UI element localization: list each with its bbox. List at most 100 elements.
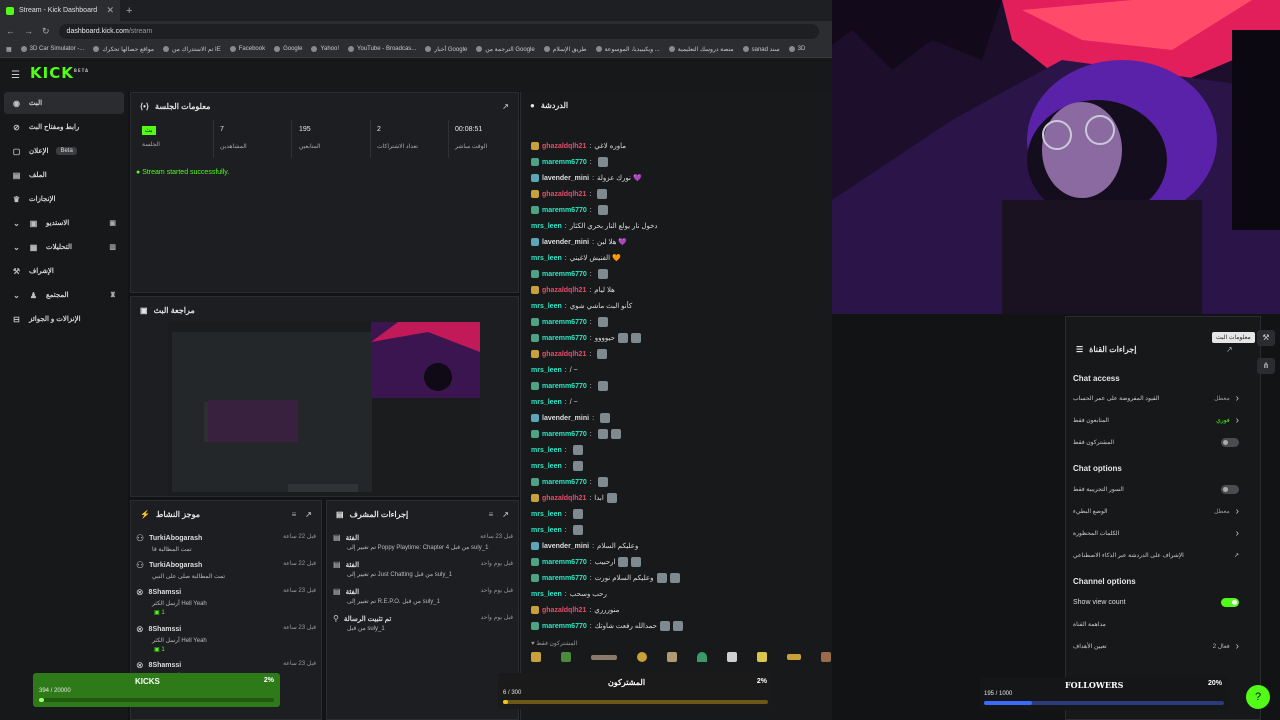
stream-preview-video[interactable] <box>168 322 480 496</box>
bookmark-item[interactable]: مواقع حصالها تحكرك <box>93 46 154 53</box>
chat-username[interactable]: ghazaldqlh21 <box>542 287 586 294</box>
chevron-right-icon[interactable]: › <box>1236 393 1239 404</box>
channel-setting-row[interactable]: الكلمات المحظورة › <box>1073 525 1239 541</box>
bookmark-item[interactable]: 3D <box>788 46 805 52</box>
chat-username[interactable]: mrs_leen <box>531 591 562 598</box>
chat-message[interactable]: ghazaldqlh21: <box>531 347 831 361</box>
url-field[interactable]: dashboard.kick.com/stream <box>58 23 819 39</box>
popout-icon[interactable]: ↗ <box>502 102 509 111</box>
chat-message[interactable]: mrs_leen: / ~ <box>531 363 831 377</box>
chat-message[interactable]: maremm6770: <box>531 379 831 393</box>
chat-message[interactable]: ghazaldqlh21: هلا ليام <box>531 283 831 297</box>
activity-item[interactable]: ⚇ TurkiAbogarash قبل 22 ساعة تمت المطالبة ق… <box>136 533 316 553</box>
chat-message[interactable]: mrs_leen: رحب وسحب <box>531 587 831 601</box>
sidebar-item[interactable]: ♛ الإنجازات <box>4 188 124 210</box>
toggle-switch[interactable] <box>1221 437 1239 447</box>
bookmark-item[interactable]: sanad سند <box>742 46 780 53</box>
emote-icon[interactable] <box>637 652 647 662</box>
chat-username[interactable]: maremm6770 <box>542 319 587 326</box>
side-action-icon[interactable]: ▥ <box>109 243 116 251</box>
mod-action-item[interactable]: ▤ الفئة قبل يوم واحد تم تغيير إلى Just Chat… <box>333 560 513 578</box>
chat-message[interactable]: mrs_leen: الفنيش لاغيني 🧡 <box>531 251 831 265</box>
chat-message[interactable]: maremm6770: حمدالله رفعت شاوتك <box>531 619 831 633</box>
emote-icon[interactable] <box>787 654 801 660</box>
emote-icon[interactable] <box>821 652 831 662</box>
chat-username[interactable]: mrs_leen <box>531 255 562 262</box>
popout-icon[interactable]: ↗ <box>305 510 312 519</box>
kick-logo[interactable]: KICKBETA <box>30 64 89 82</box>
chat-username[interactable]: maremm6770 <box>542 559 587 566</box>
chevron-right-icon[interactable]: › <box>1236 528 1239 539</box>
bookmark-item[interactable]: 3D Car Simulator -... <box>20 46 84 52</box>
channel-setting-row[interactable]: المشتركون فقط <box>1073 434 1239 450</box>
forward-icon[interactable]: → <box>24 26 33 36</box>
chat-message[interactable]: ghazaldqlh21: ابدا <box>531 491 831 505</box>
activity-user[interactable]: TurkiAbogarash <box>149 562 202 569</box>
chat-message[interactable]: maremm6770: <box>531 155 831 169</box>
chat-message[interactable]: ghazaldqlh21: منوررري <box>531 603 831 617</box>
chat-username[interactable]: ghazaldqlh21 <box>542 607 586 614</box>
mod-action-item[interactable]: ▤ الفئة قبل 23 ساعة تم تغيير إلى Poppy Play… <box>333 533 513 551</box>
bookmark-item[interactable]: Yahoo! <box>311 46 339 52</box>
back-icon[interactable]: ← <box>6 26 15 36</box>
chat-username[interactable]: mrs_leen <box>531 463 562 470</box>
emote-icon[interactable] <box>591 654 617 660</box>
mod-action-item[interactable]: ⚲ تم تثبيت الرسالة قبل يوم واحد من قبل suly… <box>333 614 513 632</box>
channel-setting-row[interactable]: مداهمة القناة <box>1073 616 1239 632</box>
sidebar-item[interactable]: ⌄ ▦ التحليلات ▥ <box>4 236 124 258</box>
chat-username[interactable]: maremm6770 <box>542 575 587 582</box>
chat-username[interactable]: mrs_leen <box>531 223 562 230</box>
chat-username[interactable]: mrs_leen <box>531 367 562 374</box>
filter-icon[interactable]: ≡ <box>292 510 297 519</box>
activity-item[interactable]: ⊗ 8Shamssi قبل 23 ساعة أرسل الكثر Hell Yeah… <box>136 587 316 616</box>
bookmark-item[interactable]: منصة دروسك التعليمية <box>668 46 734 53</box>
mod-action-item[interactable]: ▤ الفئة قبل يوم واحد تم تغيير إلى R.E.P.O. … <box>333 587 513 605</box>
chat-message[interactable]: maremm6770: ارحبيب <box>531 555 831 569</box>
chat-message[interactable]: maremm6770: <box>531 475 831 489</box>
chat-message[interactable]: maremm6770: <box>531 203 831 217</box>
chat-message[interactable]: mrs_leen: / ~ <box>531 395 831 409</box>
chat-message[interactable]: maremm6770: <box>531 315 831 329</box>
new-tab-icon[interactable]: + <box>126 5 132 17</box>
bookmark-item[interactable]: الترجمة من Google <box>476 46 535 53</box>
chat-username[interactable]: maremm6770 <box>542 335 587 342</box>
chat-username[interactable]: ghazaldqlh21 <box>542 495 586 502</box>
channel-setting-row[interactable]: تعيين الأهداف فعال 2 › <box>1073 638 1239 654</box>
popout-icon[interactable]: ↗ <box>502 510 509 519</box>
chat-username[interactable]: mrs_leen <box>531 527 562 534</box>
emote-icon[interactable] <box>727 652 737 662</box>
help-button[interactable]: ? <box>1246 685 1270 709</box>
emote-bar[interactable] <box>531 650 831 664</box>
chat-username[interactable]: ghazaldqlh21 <box>542 143 586 150</box>
reload-icon[interactable]: ↻ <box>42 26 50 37</box>
toggle-switch[interactable] <box>1221 484 1239 494</box>
chat-username[interactable]: mrs_leen <box>531 447 562 454</box>
chat-username[interactable]: mrs_leen <box>531 399 562 406</box>
sidebar-item[interactable]: ⊟ الإنزالات و الجوائز <box>4 308 124 330</box>
chat-message[interactable]: lavender_mini: هلا لبن 💜 <box>531 235 831 249</box>
sidebar-item[interactable]: ⌄ ♟ المجتمع ♜ <box>4 284 124 306</box>
apps-icon[interactable]: ▦ <box>6 46 12 53</box>
sidebar-item[interactable]: ▢ الإعلان Beta <box>4 140 124 162</box>
chat-message[interactable]: maremm6770: <box>531 267 831 281</box>
chevron-right-icon[interactable]: › <box>1236 415 1239 426</box>
chat-message[interactable]: mrs_leen: <box>531 443 831 457</box>
chat-message[interactable]: mrs_leen: دخول نار يولع النار بحري الكثار <box>531 219 831 233</box>
chat-username[interactable]: lavender_mini <box>542 543 589 550</box>
filter-icon[interactable]: ≡ <box>489 510 494 519</box>
chat-username[interactable]: maremm6770 <box>542 623 587 630</box>
chat-username[interactable]: ghazaldqlh21 <box>542 191 586 198</box>
sidebar-item[interactable]: ⌄ ▣ الاستديو ▣ <box>4 212 124 234</box>
emote-icon[interactable] <box>561 652 571 662</box>
activity-user[interactable]: 8Shamssi <box>149 589 182 596</box>
chevron-right-icon[interactable]: › <box>1236 506 1239 517</box>
emote-icon[interactable] <box>697 652 707 662</box>
toggle-switch[interactable] <box>1221 597 1239 607</box>
chat-message[interactable]: maremm6770: وعليكم السلام نورت <box>531 571 831 585</box>
chat-message[interactable]: mrs_leen: <box>531 507 831 521</box>
chat-message[interactable]: ghazaldqlh21: ماوره لاغي <box>531 139 831 153</box>
chat-message[interactable]: mrs_leen: <box>531 523 831 537</box>
side-action-icon[interactable]: ♜ <box>110 291 116 299</box>
channel-setting-row[interactable]: Show view count <box>1073 594 1239 610</box>
external-link-icon[interactable]: ↗ <box>1234 552 1239 559</box>
